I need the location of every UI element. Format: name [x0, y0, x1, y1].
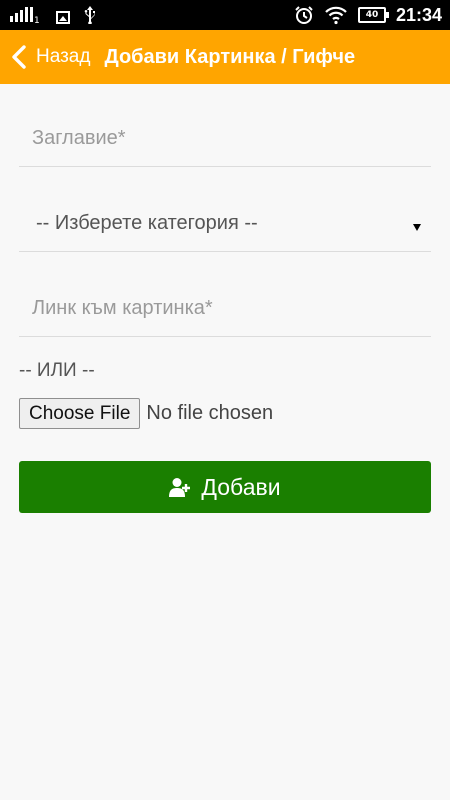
chevron-left-icon [12, 45, 26, 69]
clock: 21:34 [395, 4, 442, 25]
app-bar: Назад Добави Картинка / Гифче [0, 30, 450, 84]
file-upload-row: Choose File No file chosen [19, 398, 431, 429]
title-field [19, 84, 431, 167]
usb-icon [84, 6, 95, 24]
image-icon [56, 11, 70, 24]
link-field [19, 252, 431, 337]
page-title: Добави Картинка / Гифче [104, 45, 356, 68]
file-status-label: No file chosen [146, 402, 274, 424]
add-button[interactable]: Добави [19, 461, 431, 513]
image-link-input[interactable] [19, 294, 431, 322]
status-bar: 1 40 21:34 [0, 0, 450, 30]
alarm-icon [295, 6, 313, 24]
or-separator: -- ИЛИ -- [19, 360, 95, 381]
status-left: 1 [10, 6, 96, 26]
sim-slot-label: 1 [34, 16, 40, 26]
add-image-form: -- Изберете категория -- -- ИЛИ -- Choos… [0, 84, 450, 513]
status-right: 40 21:34 [294, 0, 442, 30]
add-user-icon [169, 478, 191, 497]
title-input[interactable] [19, 124, 431, 152]
dropdown-arrow-icon [413, 224, 421, 231]
signal-icon: 1 [10, 6, 40, 26]
wifi-icon [325, 6, 347, 25]
add-button-label: Добави [201, 473, 281, 500]
category-selected-value: -- Изберете категория -- [36, 212, 258, 234]
back-button[interactable]: Назад [0, 45, 90, 69]
battery-icon: 40 [357, 7, 389, 23]
category-select[interactable]: -- Изберете категория -- [19, 167, 431, 252]
choose-file-button[interactable]: Choose File [19, 398, 141, 429]
back-label: Назад [36, 46, 91, 67]
